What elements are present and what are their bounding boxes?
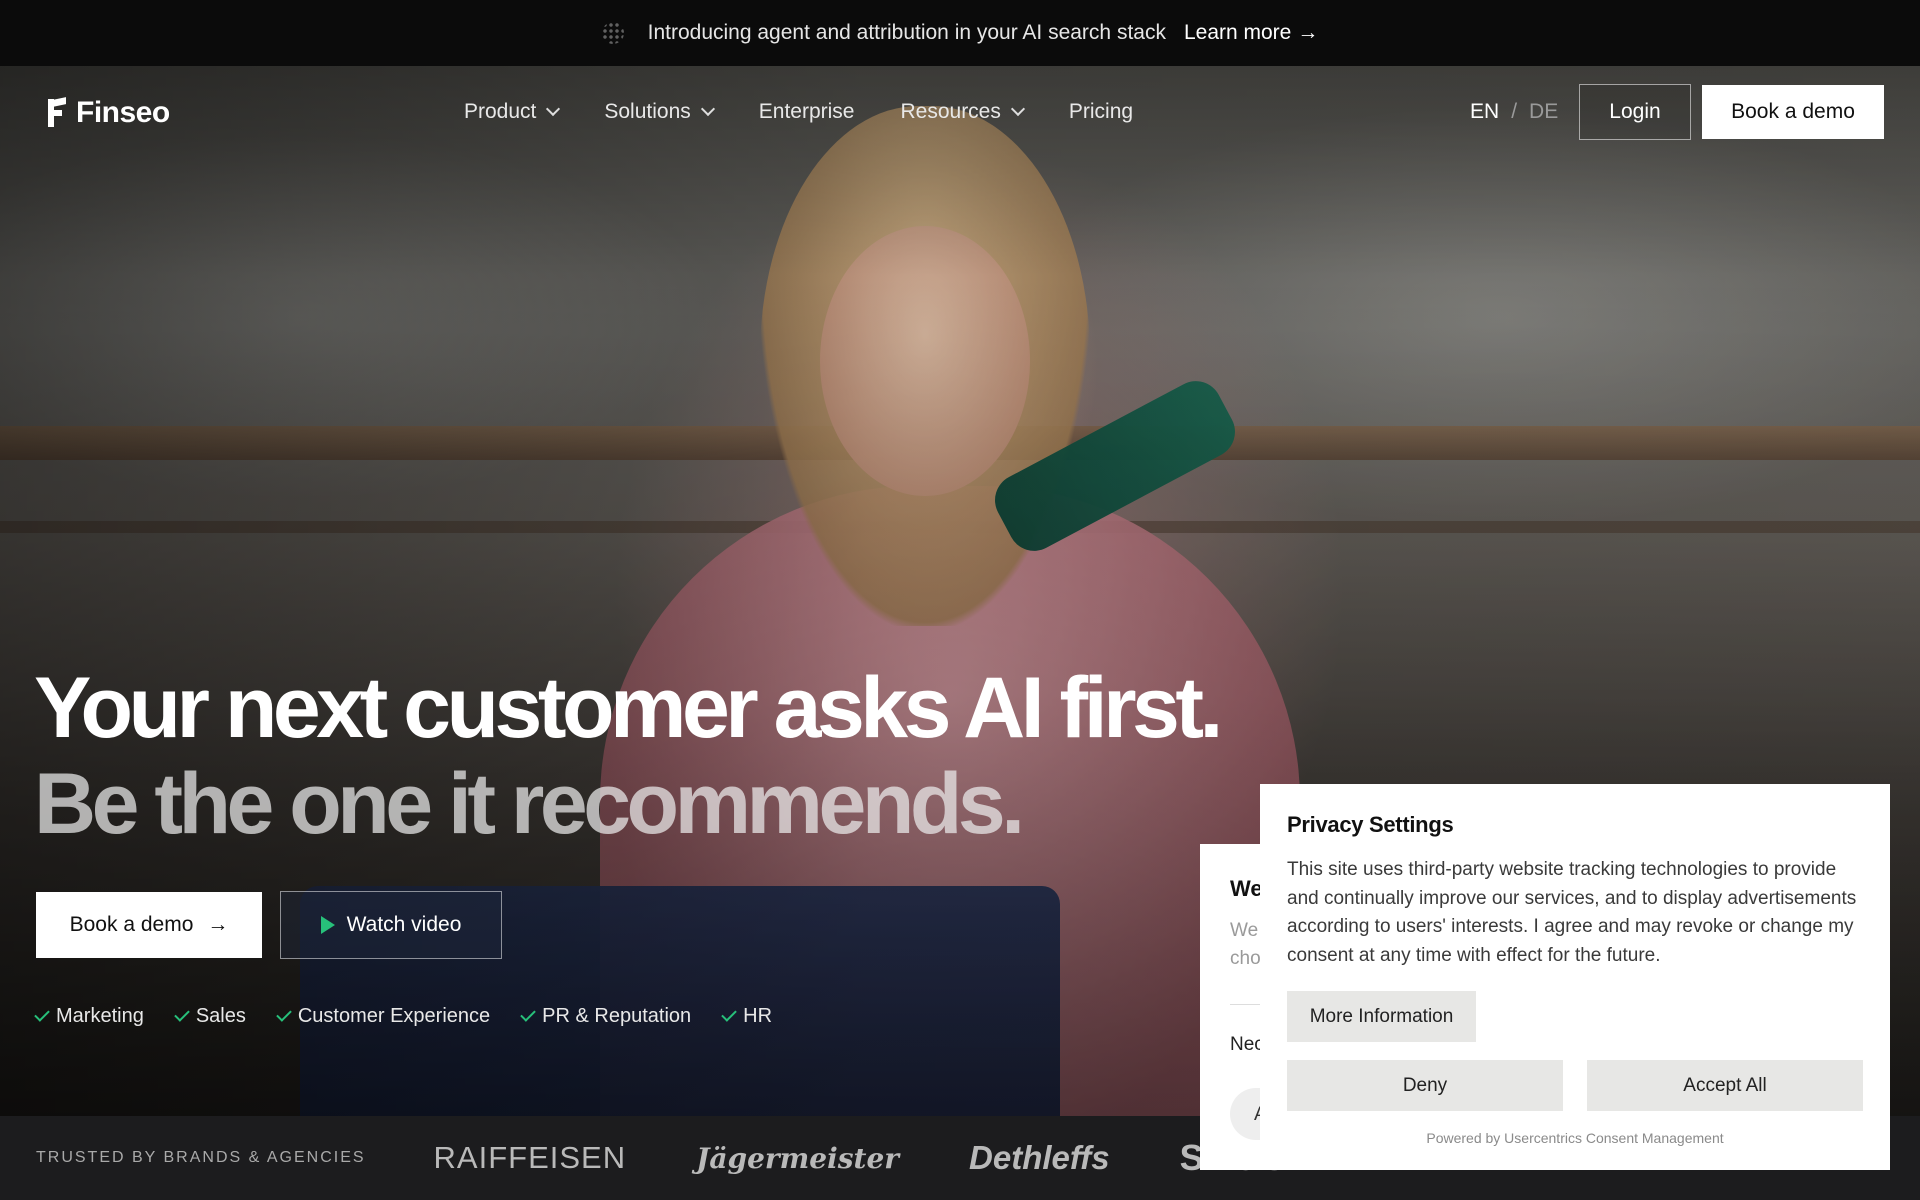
tag-label: HR	[743, 1005, 773, 1027]
tag-label: PR & Reputation	[542, 1005, 692, 1027]
background-dialog-title: We	[1230, 876, 1263, 901]
arrow-right-icon: →	[1297, 21, 1319, 44]
powered-by-link[interactable]: Powered by Usercentrics Consent Manageme…	[1260, 1130, 1890, 1146]
logo-text: Finseo	[76, 96, 170, 129]
main-navigation: Finseo Product Solutions Enterprise Reso…	[0, 66, 1920, 158]
logo[interactable]: Finseo	[46, 96, 170, 130]
finseo-logo-icon	[46, 97, 66, 127]
play-icon	[320, 916, 335, 934]
watch-video-label: Watch video	[346, 913, 462, 936]
nav-item-label: Pricing	[1068, 100, 1134, 123]
trusted-label: TRUSTED BY BRANDS & AGENCIES	[36, 1149, 366, 1166]
arrow-right-icon: →	[207, 913, 229, 936]
book-demo-button[interactable]: Book a demo →	[36, 892, 262, 958]
hero-headline: Your next customer asks AI first.	[34, 660, 1223, 756]
nav-item-enterprise[interactable]: Enterprise	[759, 100, 855, 124]
language-switcher: EN / DE	[1470, 100, 1558, 124]
nav-item-label: Enterprise	[758, 100, 855, 123]
tag-pr-reputation: PR & Reputation	[520, 1005, 692, 1028]
privacy-body-text: This site uses third-party website track…	[1287, 859, 1857, 966]
page: Introducing agent and attribution in you…	[0, 0, 1920, 1200]
learn-more-link[interactable]: Learn more →	[1184, 21, 1318, 45]
nav-item-resources[interactable]: Resources	[900, 100, 1025, 124]
tag-sales: Sales	[174, 1005, 246, 1028]
nav-item-label: Product	[464, 100, 537, 123]
use-case-tags: Marketing Sales Customer Experience PR &…	[34, 1005, 806, 1028]
sparkle-icon	[601, 22, 624, 44]
background-dialog-section: Nec	[1230, 1034, 1264, 1055]
tag-label: Marketing	[56, 1005, 144, 1027]
book-demo-nav-button[interactable]: Book a demo	[1702, 85, 1884, 139]
nav-item-pricing[interactable]: Pricing	[1069, 100, 1133, 124]
tag-marketing: Marketing	[34, 1005, 144, 1028]
more-information-button[interactable]: More Information	[1287, 991, 1476, 1042]
watch-video-button[interactable]: Watch video	[280, 891, 502, 959]
check-icon	[276, 1006, 292, 1022]
nav-item-solutions[interactable]: Solutions	[604, 100, 715, 124]
check-icon	[520, 1006, 536, 1022]
nav-item-label: Resources	[900, 100, 1001, 123]
hero-subheadline: Be the one it recommends.	[34, 756, 1025, 852]
brand-logo-dethleffs: Dethleffs	[969, 1139, 1110, 1176]
check-icon	[174, 1006, 190, 1022]
announcement-bar: Introducing agent and attribution in you…	[0, 0, 1920, 66]
background-dialog-text: cho	[1230, 948, 1261, 969]
login-button[interactable]: Login	[1579, 84, 1691, 140]
chevron-down-icon	[546, 101, 561, 117]
chevron-down-icon	[1010, 101, 1025, 117]
brand-logo-raiffeisen: RAIFFEISEN	[433, 1140, 627, 1175]
chevron-down-icon	[700, 101, 715, 117]
brand-logo-jagermeister: Jägermeister	[696, 1141, 900, 1175]
lang-de[interactable]: DE	[1529, 100, 1558, 124]
tag-label: Customer Experience	[297, 1005, 491, 1027]
book-demo-label: Book a demo	[69, 913, 194, 936]
tag-label: Sales	[195, 1005, 246, 1027]
lang-en[interactable]: EN	[1470, 100, 1499, 124]
privacy-settings-dialog: Privacy Settings This site uses third-pa…	[1260, 784, 1890, 1170]
lang-separator: /	[1511, 100, 1518, 123]
learn-more-label: Learn more	[1183, 21, 1292, 44]
accept-all-button[interactable]: Accept All	[1587, 1060, 1863, 1111]
deny-button[interactable]: Deny	[1287, 1060, 1563, 1111]
check-icon	[721, 1006, 737, 1022]
privacy-title: Privacy Settings	[1287, 812, 1454, 837]
announcement-message: Introducing agent and attribution in you…	[647, 21, 1166, 44]
tag-hr: HR	[721, 1005, 773, 1028]
nav-menu: Product Solutions Enterprise Resources P…	[464, 100, 1179, 124]
background-dialog-text: We	[1230, 920, 1259, 941]
nav-item-product[interactable]: Product	[464, 100, 561, 124]
nav-item-label: Solutions	[604, 100, 691, 123]
tag-customer-experience: Customer Experience	[276, 1005, 491, 1028]
